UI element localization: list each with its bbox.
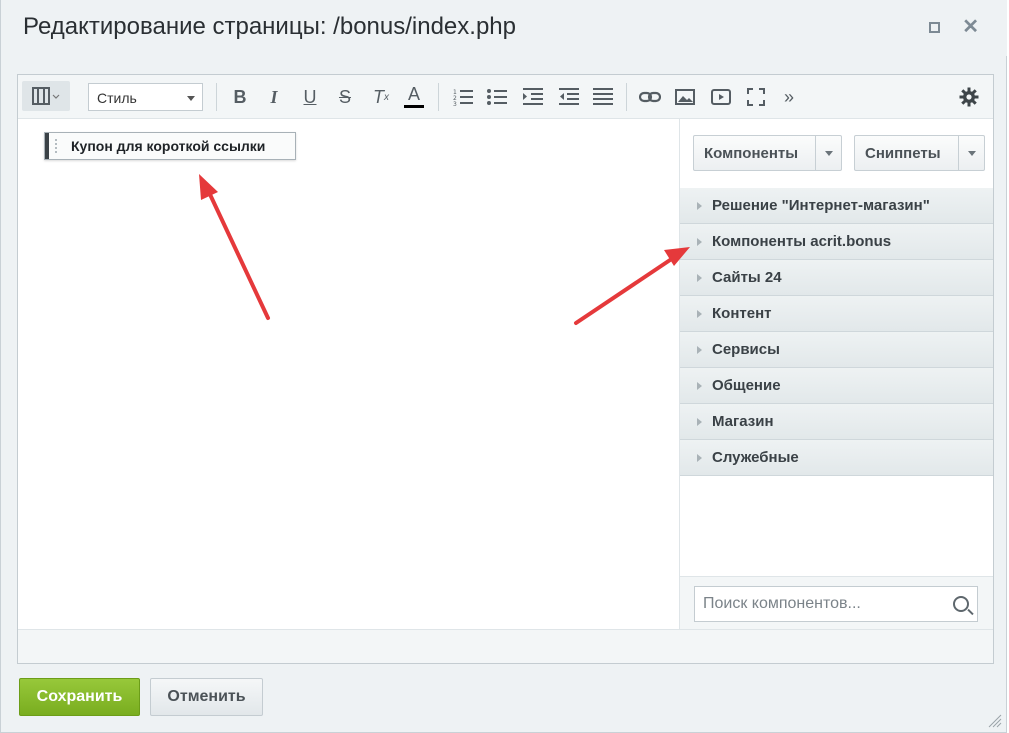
save-button[interactable]: Сохранить bbox=[19, 678, 140, 716]
italic-icon[interactable]: I bbox=[264, 84, 284, 110]
expand-arrow-icon bbox=[697, 273, 702, 282]
editor-content-area[interactable]: Купон для короткой ссылки bbox=[18, 119, 678, 629]
component-groups: Решение "Интернет-магазин" Компоненты ac… bbox=[680, 188, 993, 476]
expand-arrow-icon bbox=[697, 309, 702, 318]
style-select-value: Стиль bbox=[97, 90, 137, 106]
components-button[interactable]: Компоненты bbox=[693, 135, 842, 171]
expand-arrow-icon bbox=[697, 345, 702, 354]
underline-icon[interactable]: U bbox=[300, 84, 320, 110]
close-icon[interactable]: ✕ bbox=[962, 17, 979, 37]
more-icon[interactable]: » bbox=[780, 84, 798, 110]
components-panel: Компоненты Сниппеты Решение "Интернет-ма… bbox=[679, 119, 993, 629]
strikethrough-icon[interactable]: S bbox=[335, 84, 355, 110]
group-item-content[interactable]: Контент bbox=[680, 296, 993, 332]
expand-arrow-icon bbox=[697, 237, 702, 246]
group-label: Контент bbox=[712, 305, 772, 322]
editor-toolbar: Стиль B I U S Tx A 123 » bbox=[18, 75, 993, 119]
expand-arrow-icon bbox=[697, 453, 702, 462]
view-mode-icon bbox=[32, 87, 60, 105]
group-label: Магазин bbox=[712, 413, 774, 430]
toolbar-divider bbox=[216, 83, 217, 111]
remove-format-icon[interactable]: Tx bbox=[370, 84, 392, 110]
fullscreen-icon[interactable] bbox=[746, 84, 766, 110]
resize-handle-icon[interactable] bbox=[988, 714, 1002, 728]
cancel-button[interactable]: Отменить bbox=[150, 678, 263, 716]
ordered-list-icon[interactable]: 123 bbox=[452, 84, 474, 110]
html-editor: Стиль B I U S Tx A 123 » Купон для корот… bbox=[17, 74, 994, 664]
component-block[interactable]: Купон для короткой ссылки bbox=[44, 132, 296, 160]
outdent-icon[interactable] bbox=[558, 84, 580, 110]
image-icon[interactable] bbox=[674, 84, 696, 110]
group-label: Решение "Интернет-магазин" bbox=[712, 197, 930, 214]
group-item-sites24[interactable]: Сайты 24 bbox=[680, 260, 993, 296]
link-icon[interactable] bbox=[638, 84, 662, 110]
group-label: Общение bbox=[712, 377, 781, 394]
component-label: Купон для короткой ссылки bbox=[71, 138, 266, 154]
dialog-titlebar[interactable]: Редактирование страницы: /bonus/index.ph… bbox=[1, 0, 1007, 56]
chevron-down-icon bbox=[824, 150, 833, 156]
component-search-bar bbox=[680, 576, 993, 629]
view-mode-button[interactable] bbox=[22, 81, 70, 111]
snippets-button-label: Сниппеты bbox=[865, 144, 941, 162]
group-label: Компоненты acrit.bonus bbox=[712, 233, 892, 250]
edit-page-dialog: Редактирование страницы: /bonus/index.ph… bbox=[0, 0, 1007, 733]
components-dropdown[interactable] bbox=[815, 136, 841, 170]
group-item-service[interactable]: Служебные bbox=[680, 440, 993, 476]
bold-icon[interactable]: B bbox=[230, 84, 250, 110]
align-icon[interactable] bbox=[592, 84, 614, 110]
indent-icon[interactable] bbox=[522, 84, 544, 110]
video-icon[interactable] bbox=[710, 84, 732, 110]
dialog-title: Редактирование страницы: /bonus/index.ph… bbox=[23, 13, 516, 40]
unordered-list-icon[interactable] bbox=[486, 84, 508, 110]
group-label: Сайты 24 bbox=[712, 269, 782, 286]
group-item-communication[interactable]: Общение bbox=[680, 368, 993, 404]
expand-arrow-icon bbox=[697, 381, 702, 390]
style-select[interactable]: Стиль bbox=[88, 83, 203, 111]
svg-text:3: 3 bbox=[453, 101, 457, 106]
group-item-services[interactable]: Сервисы bbox=[680, 332, 993, 368]
text-color-icon[interactable]: A bbox=[404, 84, 424, 108]
gear-icon[interactable] bbox=[958, 84, 980, 110]
maximize-icon[interactable] bbox=[929, 21, 941, 33]
expand-arrow-icon bbox=[697, 417, 702, 426]
snippets-button[interactable]: Сниппеты bbox=[854, 135, 985, 171]
search-icon[interactable] bbox=[953, 596, 969, 612]
group-label: Сервисы bbox=[712, 341, 780, 358]
drag-grip-icon[interactable] bbox=[55, 139, 59, 153]
snippets-dropdown[interactable] bbox=[958, 136, 984, 170]
components-button-label: Компоненты bbox=[704, 144, 799, 162]
component-handle bbox=[45, 133, 49, 159]
component-search-input[interactable] bbox=[694, 586, 978, 622]
chevron-down-icon bbox=[187, 96, 195, 101]
group-item-internet-shop[interactable]: Решение "Интернет-магазин" bbox=[680, 188, 993, 224]
expand-arrow-icon bbox=[697, 201, 702, 210]
chevron-down-icon bbox=[967, 150, 976, 156]
group-item-acrit-bonus[interactable]: Компоненты acrit.bonus bbox=[680, 224, 993, 260]
toolbar-divider bbox=[626, 83, 627, 111]
group-label: Служебные bbox=[712, 449, 799, 466]
editor-status-bar bbox=[18, 629, 993, 663]
toolbar-divider bbox=[438, 83, 439, 111]
group-item-shop[interactable]: Магазин bbox=[680, 404, 993, 440]
